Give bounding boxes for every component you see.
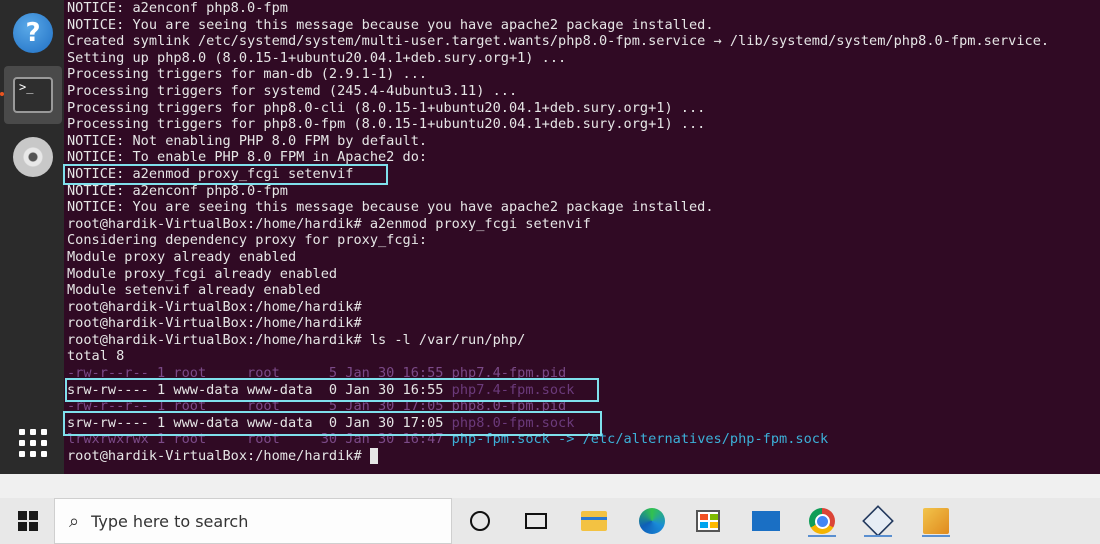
- desktop-gap: [0, 474, 1100, 498]
- chrome-button[interactable]: [806, 505, 838, 537]
- vm-manager-button[interactable]: [920, 505, 952, 537]
- virtualbox-button[interactable]: [862, 505, 894, 537]
- terminal-line: Module proxy_fcgi already enabled: [67, 265, 338, 282]
- terminal-line: Processing triggers for man-db (2.9.1-1)…: [67, 66, 428, 83]
- show-applications-icon: [19, 429, 47, 457]
- microsoft-store-icon: [696, 510, 720, 532]
- search-icon: ⌕: [69, 510, 80, 532]
- file-explorer-button[interactable]: [578, 505, 610, 537]
- terminal-line: Processing triggers for php8.0-fpm (8.0.…: [67, 116, 706, 133]
- file-explorer-icon: [581, 511, 607, 531]
- terminal-line: NOTICE: a2enconf php8.0-fpm: [67, 0, 288, 16]
- help-dock-item[interactable]: ?: [4, 4, 62, 62]
- terminal-line: NOTICE: You are seeing this message beca…: [67, 199, 714, 216]
- terminal-dock-item[interactable]: >_: [4, 66, 62, 124]
- windows-logo-icon: [18, 511, 38, 531]
- task-view-button[interactable]: [520, 505, 552, 537]
- terminal-prompt[interactable]: root@hardik-VirtualBox:/home/hardik#: [67, 448, 1100, 465]
- highlight-php74-sock: [65, 378, 599, 402]
- edge-button[interactable]: [636, 505, 668, 537]
- terminal-line: Considering dependency proxy for proxy_f…: [67, 232, 428, 249]
- terminal-line: root@hardik-VirtualBox:/home/hardik# a2e…: [67, 215, 591, 232]
- start-button[interactable]: [10, 504, 46, 538]
- terminal-line: NOTICE: Not enabling PHP 8.0 FPM by defa…: [67, 132, 428, 149]
- ubuntu-dock: ? >_: [0, 0, 64, 474]
- vm-manager-icon: [923, 508, 949, 534]
- microsoft-store-button[interactable]: [692, 505, 724, 537]
- terminal-line: Setting up php8.0 (8.0.15-1+ubuntu20.04.…: [67, 49, 567, 66]
- chrome-icon: [809, 508, 835, 534]
- virtualbox-icon: [862, 505, 894, 537]
- dvd-dock-item[interactable]: [4, 128, 62, 186]
- cursor: [369, 448, 379, 465]
- windows-taskbar: ⌕ Type here to search: [0, 498, 1100, 544]
- terminal-line: NOTICE: You are seeing this message beca…: [67, 16, 714, 33]
- prompt-text: root@hardik-VirtualBox:/home/hardik#: [67, 448, 362, 465]
- terminal-line: Created symlink /etc/systemd/system/mult…: [67, 33, 1050, 50]
- mail-button[interactable]: [750, 505, 782, 537]
- search-placeholder: Type here to search: [91, 511, 249, 531]
- terminal-line: root@hardik-VirtualBox:/home/hardik#: [67, 315, 362, 332]
- terminal-line: root@hardik-VirtualBox:/home/hardik#: [67, 298, 362, 315]
- terminal-line: NOTICE: a2enconf php8.0-fpm: [67, 182, 288, 199]
- highlight-php80-sock: [63, 411, 602, 436]
- terminal-line: Processing triggers for php8.0-cli (8.0.…: [67, 99, 706, 116]
- terminal-line: root@hardik-VirtualBox:/home/hardik# ls …: [67, 331, 526, 348]
- dvd-icon: [13, 137, 53, 177]
- help-icon: ?: [13, 13, 53, 53]
- terminal-line: Module proxy already enabled: [67, 248, 297, 265]
- edge-icon: [639, 508, 665, 534]
- cortana-icon: [470, 511, 490, 531]
- terminal-line: Processing triggers for systemd (245.4-4…: [67, 82, 518, 99]
- terminal-line: Module setenvif already enabled: [67, 282, 321, 299]
- show-applications-button[interactable]: [4, 414, 62, 472]
- terminal-icon: >_: [13, 77, 53, 113]
- taskbar-search[interactable]: ⌕ Type here to search: [54, 498, 452, 544]
- mail-icon: [752, 511, 780, 531]
- highlight-a2enmod: [63, 164, 388, 185]
- cortana-button[interactable]: [464, 505, 496, 537]
- terminal-window[interactable]: NOTICE: a2enconf php8.0-fpm NOTICE: You a…: [63, 0, 1100, 474]
- task-view-icon: [525, 513, 547, 529]
- terminal-line: total 8: [67, 348, 125, 365]
